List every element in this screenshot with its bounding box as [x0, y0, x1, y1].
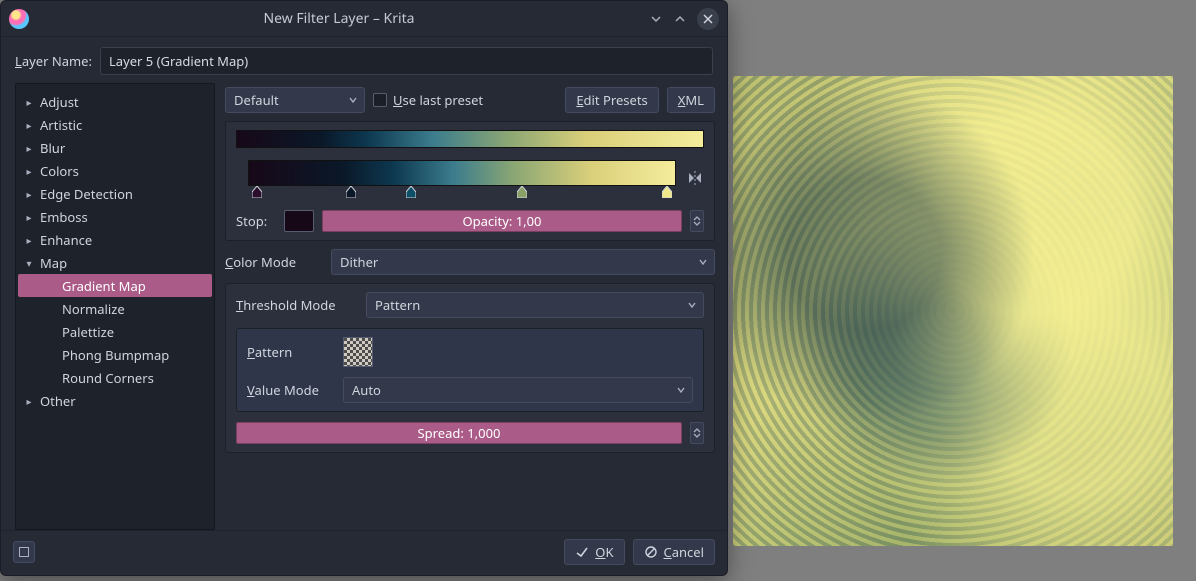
tree-item-other[interactable]: ▸Other [18, 389, 212, 412]
tree-item-gradient-map[interactable]: Gradient Map [18, 274, 212, 297]
layer-name-label: Layer Name: [15, 52, 92, 70]
mirror-gradient-icon[interactable] [686, 169, 704, 191]
gradient-stops-rail[interactable] [248, 186, 676, 200]
ok-button[interactable]: OK [564, 539, 624, 565]
spread-spinner[interactable] [690, 422, 704, 444]
gradient-stop-marker[interactable] [662, 186, 672, 198]
gradient-stop-marker[interactable] [252, 186, 262, 198]
stop-label: Stop: [236, 212, 276, 230]
opacity-slider[interactable]: Opacity: 1,00 [322, 210, 682, 232]
tree-item-artistic[interactable]: ▸Artistic [18, 113, 212, 136]
opacity-value: Opacity: 1,00 [462, 212, 541, 230]
tree-item-round-corners[interactable]: Round Corners [18, 366, 212, 389]
chevron-down-icon [348, 91, 358, 109]
threshold-mode-dropdown[interactable]: Pattern [366, 292, 704, 318]
stop-color-swatch[interactable] [284, 210, 314, 232]
color-mode-label: Color Mode [225, 253, 321, 271]
preset-dropdown[interactable]: Default [225, 87, 365, 113]
pattern-label: Pattern [247, 343, 333, 361]
color-mode-row: Color Mode Dither [225, 249, 715, 275]
shade-down-icon[interactable] [649, 12, 663, 26]
value-mode-dropdown[interactable]: Auto [343, 377, 693, 403]
tree-item-normalize[interactable]: Normalize [18, 297, 212, 320]
chevron-down-icon [687, 296, 697, 314]
tree-item-palettize[interactable]: Palettize [18, 320, 212, 343]
titlebar: New Filter Layer – Krita [1, 1, 727, 37]
gradient-editor[interactable] [248, 160, 676, 186]
chevron-down-icon [676, 381, 686, 399]
use-last-preset-label: Use last preset [393, 91, 483, 109]
xml-button[interactable]: XML [667, 87, 715, 113]
preset-toolbar: Default Use last preset Edit Presets XML [225, 87, 715, 113]
window-title: New Filter Layer – Krita [29, 9, 649, 28]
gradient-group: Stop: Opacity: 1,00 [225, 121, 715, 241]
use-last-preset-checkbox[interactable]: Use last preset [373, 91, 483, 109]
tree-item-colors[interactable]: ▸Colors [18, 159, 212, 182]
pattern-swatch[interactable] [343, 337, 373, 367]
layer-name-row: Layer Name: [1, 37, 727, 83]
check-icon [575, 545, 589, 559]
tree-item-emboss[interactable]: ▸Emboss [18, 205, 212, 228]
tree-item-map[interactable]: ▾Map [18, 251, 212, 274]
threshold-group: Threshold Mode Pattern Pattern Value Mod… [225, 283, 715, 453]
filter-tree[interactable]: ▸Adjust ▸Artistic ▸Blur ▸Colors ▸Edge De… [15, 83, 215, 530]
shade-up-icon[interactable] [673, 12, 687, 26]
tree-item-blur[interactable]: ▸Blur [18, 136, 212, 159]
color-mode-dropdown[interactable]: Dither [331, 249, 715, 275]
dialog-footer: OK Cancel [1, 530, 727, 575]
gradient-stop-marker[interactable] [406, 186, 416, 198]
dialog-new-filter-layer: New Filter Layer – Krita Layer Name: ▸Ad… [0, 0, 728, 576]
filter-config-pane: Default Use last preset Edit Presets XML [223, 83, 717, 530]
checkbox-icon [373, 93, 387, 107]
gradient-stop-marker[interactable] [517, 186, 527, 198]
cancel-icon [644, 545, 658, 559]
spread-value: Spread: 1,000 [418, 424, 501, 442]
opacity-spinner[interactable] [690, 210, 704, 232]
tree-item-enhance[interactable]: ▸Enhance [18, 228, 212, 251]
gradient-preview [236, 130, 704, 148]
edit-presets-button[interactable]: Edit Presets [565, 87, 658, 113]
tree-item-adjust[interactable]: ▸Adjust [18, 90, 212, 113]
stop-row: Stop: Opacity: 1,00 [236, 210, 704, 232]
tree-item-phong-bumpmap[interactable]: Phong Bumpmap [18, 343, 212, 366]
threshold-mode-label: Threshold Mode [236, 296, 356, 314]
chevron-down-icon [698, 253, 708, 271]
layer-name-input[interactable] [100, 47, 713, 75]
spread-slider[interactable]: Spread: 1,000 [236, 422, 682, 444]
tree-item-edge-detection[interactable]: ▸Edge Detection [18, 182, 212, 205]
value-mode-label: Value Mode [247, 381, 333, 399]
krita-app-icon [9, 9, 29, 29]
cancel-button[interactable]: Cancel [633, 539, 715, 565]
gradient-stop-marker[interactable] [346, 186, 356, 198]
canvas-preview [733, 76, 1173, 546]
pattern-subgroup: Pattern Value Mode Auto [236, 328, 704, 412]
preview-toggle[interactable] [13, 541, 35, 563]
close-button[interactable] [697, 8, 719, 30]
